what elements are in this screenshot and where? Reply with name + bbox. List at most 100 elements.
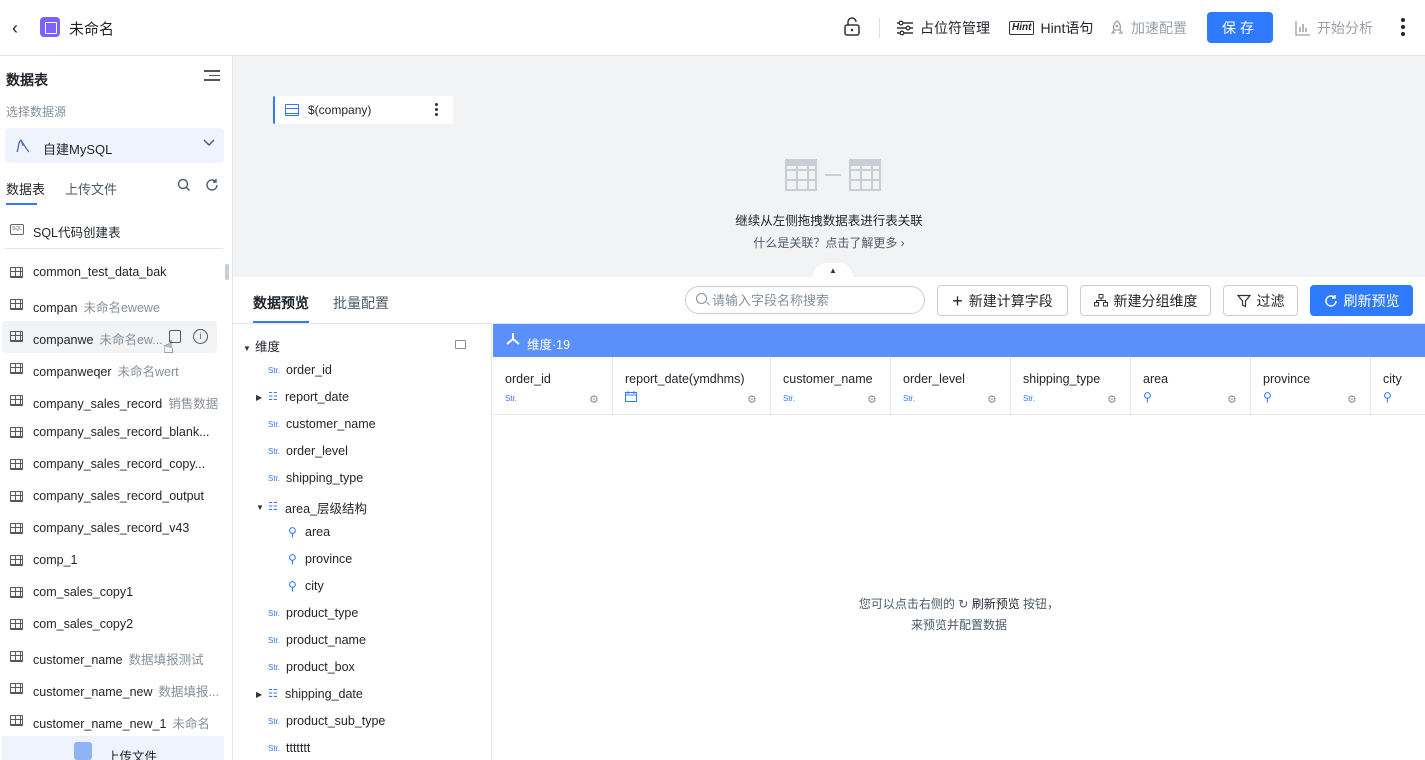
new-calc-field-button[interactable]: + 新建计算字段: [937, 285, 1068, 316]
column-header[interactable]: area ⚲ ⚙: [1131, 357, 1251, 415]
column-header[interactable]: city ⚲: [1371, 357, 1425, 415]
gear-icon[interactable]: ⚙: [747, 393, 757, 406]
field-item[interactable]: ▶ ☷ report_date: [256, 390, 349, 404]
column-header[interactable]: order_level Str. ⚙: [891, 357, 1011, 415]
start-analysis-label: 开始分析: [1317, 20, 1373, 36]
string-type-icon: Str.: [268, 608, 281, 618]
dataset-logo-icon: [40, 17, 60, 37]
column-header[interactable]: report_date(ymdhms) ⚙: [613, 357, 771, 415]
refresh-icon[interactable]: [204, 178, 220, 194]
tab-batch-config[interactable]: 批量配置: [333, 293, 389, 313]
sql-create-table-item[interactable]: SQL SQL代码创建表: [0, 216, 232, 248]
table-list-item[interactable]: customer_name_new 数据填报...: [0, 673, 232, 705]
table-list-item[interactable]: com_sales_copy1: [0, 577, 232, 609]
table-name: company_sales_record_blank...: [33, 425, 210, 439]
table-list-item[interactable]: compan 未命名ewewe: [0, 289, 232, 321]
table-name-text: comp_1: [33, 553, 78, 567]
collapse-canvas-handle[interactable]: ▲: [813, 263, 853, 277]
sql-create-label: SQL代码创建表: [33, 226, 121, 240]
field-item[interactable]: ▶ ☷ shipping_date: [256, 687, 363, 701]
start-analysis-button[interactable]: 开始分析: [1295, 18, 1373, 38]
field-item[interactable]: Str. order_level: [268, 444, 348, 458]
string-type-icon: Str.: [268, 365, 281, 375]
table-list-item[interactable]: customer_name_new_1 未命名: [0, 705, 232, 737]
more-vertical-icon[interactable]: [435, 103, 439, 118]
field-search-input[interactable]: [712, 291, 912, 309]
field-item[interactable]: Str. product_type: [268, 606, 358, 620]
search-icon[interactable]: [176, 178, 192, 194]
field-item[interactable]: Str. order_id: [268, 363, 332, 377]
gear-icon[interactable]: ⚙: [1107, 393, 1117, 406]
field-item[interactable]: Str. customer_name: [268, 417, 376, 431]
canvas-table-node[interactable]: $(company): [273, 96, 453, 124]
table-name-text: customer_name_new_1: [33, 717, 167, 731]
table-list-item[interactable]: company_sales_record_v43: [0, 513, 232, 545]
field-item[interactable]: Str. shipping_type: [268, 471, 363, 485]
field-item[interactable]: Str. ttttttt: [268, 741, 310, 755]
dataset-title[interactable]: 未命名: [69, 18, 114, 39]
tab-data-preview[interactable]: 数据预览: [253, 293, 309, 313]
info-icon[interactable]: i: [193, 329, 208, 344]
save-button[interactable]: 保存: [1207, 12, 1273, 43]
back-arrow-icon[interactable]: ‹: [12, 18, 32, 38]
table-name-text: company_sales_record: [33, 397, 163, 411]
table-name-text: customer_name: [33, 653, 123, 667]
column-header[interactable]: order_id Str. ⚙: [493, 357, 613, 415]
table-list-item[interactable]: company_sales_record 销售数据: [0, 385, 232, 417]
join-canvas[interactable]: $(company) 继续从左侧拖拽数据表进行表关联 什么是关联？点击了解更多 …: [233, 56, 1425, 277]
filter-button[interactable]: 过滤: [1223, 285, 1298, 316]
field-item[interactable]: Str. product_sub_type: [268, 714, 385, 728]
datasource-select[interactable]: 自建MySQL: [5, 128, 224, 163]
dimension-group-header[interactable]: ▼ 维度: [243, 336, 280, 355]
new-group-dim-button[interactable]: 新建分组维度: [1080, 285, 1211, 316]
hint-statement-button[interactable]: Hint Hint语句: [1009, 18, 1093, 38]
gear-icon[interactable]: ⚙: [1347, 393, 1357, 406]
placeholder-mgmt-button[interactable]: 占位符管理: [896, 18, 990, 38]
hand-pointer-cursor-icon: ☝: [163, 337, 174, 357]
lock-icon[interactable]: [843, 17, 861, 37]
table-list-item[interactable]: comp_1: [0, 545, 232, 577]
table-list-item-hovered[interactable]: companwe 未命名ew... i: [2, 321, 217, 353]
gear-icon[interactable]: ⚙: [867, 393, 877, 406]
table-list-item[interactable]: customer_name 数据填报测试: [0, 641, 232, 673]
accel-config-button[interactable]: 加速配置: [1109, 18, 1187, 38]
field-item[interactable]: ⚲ province: [288, 552, 352, 566]
table-list-item[interactable]: company_sales_record_copy...: [0, 449, 232, 481]
gear-icon[interactable]: ⚙: [589, 393, 599, 406]
top-bar: ‹ 未命名 占位符管理 Hint Hint语句 加速配置 保存 开始分析: [0, 0, 1425, 56]
empty-hint-refresh-link[interactable]: 刷新预览: [972, 597, 1020, 611]
table-name: customer_name_new 数据填报...: [33, 681, 219, 700]
learn-more-link[interactable]: 什么是关联？点击了解更多 ›: [233, 234, 1425, 251]
gear-icon[interactable]: ⚙: [987, 393, 997, 406]
gear-icon[interactable]: ⚙: [1227, 393, 1237, 406]
table-name: common_test_data_bak: [33, 265, 166, 279]
column-name: order_level: [903, 372, 965, 386]
tab-tables[interactable]: 数据表: [6, 179, 45, 198]
table-desc: 未命名ewewe: [83, 301, 160, 315]
table-name-text: companweqer: [33, 365, 112, 379]
table-name: company_sales_record 销售数据: [33, 393, 218, 412]
divider: [5, 248, 223, 249]
column-header[interactable]: customer_name Str. ⚙: [771, 357, 891, 415]
table-list-item[interactable]: common_test_data_bak: [0, 257, 232, 289]
table-list-item[interactable]: company_sales_record_blank...: [0, 417, 232, 449]
tab-upload-file[interactable]: 上传文件: [65, 179, 117, 198]
collapse-sidebar-icon[interactable]: [204, 70, 220, 84]
table-list-item[interactable]: companweqer 未命名wert: [0, 353, 232, 385]
more-vertical-icon[interactable]: [1396, 16, 1410, 40]
column-header[interactable]: province ⚲ ⚙: [1251, 357, 1371, 415]
refresh-preview-button[interactable]: 刷新预览: [1310, 285, 1413, 316]
column-header[interactable]: shipping_type Str. ⚙: [1011, 357, 1131, 415]
field-item[interactable]: Str. product_name: [268, 633, 366, 647]
hierarchy-icon: ☷: [268, 390, 278, 403]
upload-file-button[interactable]: 上传文件: [2, 736, 224, 760]
field-item[interactable]: Str. product_box: [268, 660, 355, 674]
table-name: companwe 未命名ew...: [33, 329, 163, 348]
field-item[interactable]: ⚲ area: [288, 525, 330, 539]
add-folder-icon[interactable]: [455, 340, 466, 349]
table-icon: [10, 587, 23, 598]
table-list-item[interactable]: company_sales_record_output: [0, 481, 232, 513]
field-item[interactable]: ⚲ city: [288, 579, 324, 593]
table-list-item[interactable]: com_sales_copy2: [0, 609, 232, 641]
field-hierarchy-item[interactable]: ▼ ☷ area_层级结构: [256, 498, 367, 517]
